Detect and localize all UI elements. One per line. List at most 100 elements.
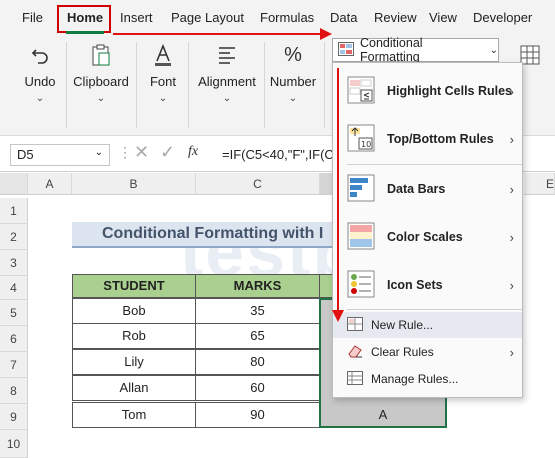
menu-data[interactable]: Data — [330, 10, 357, 25]
ribbon-separator — [264, 42, 265, 128]
menu-manage-rules[interactable]: Manage Rules... — [333, 366, 522, 392]
menu-insert[interactable]: Insert — [120, 10, 153, 25]
cell-marks[interactable]: 80 — [195, 349, 320, 375]
cell-student[interactable]: Tom — [72, 402, 196, 428]
cell-marks[interactable]: 90 — [195, 402, 320, 428]
column-header-a[interactable]: A — [28, 173, 72, 195]
conditional-formatting-button[interactable]: Conditional Formatting ⌄ — [332, 36, 499, 64]
chevron-right-icon: › — [509, 131, 514, 147]
row-header[interactable]: 7 — [0, 352, 28, 378]
select-all-corner[interactable] — [0, 173, 28, 195]
clipboard-chevron-icon[interactable]: ⌄ — [70, 93, 132, 104]
row-header[interactable]: 6 — [0, 326, 28, 352]
function-icon[interactable]: fx — [188, 144, 198, 160]
column-header-b[interactable]: B — [72, 173, 196, 195]
ribbon-separator — [136, 42, 137, 128]
menu-separator — [347, 309, 522, 310]
menu-new-rule[interactable]: New Rule... — [333, 312, 522, 338]
header-marks[interactable]: MARKS — [195, 274, 320, 298]
menu-data-bars-label: Data Bars — [387, 182, 446, 196]
menu-highlight-label: Highlight Cells Rules — [387, 84, 513, 98]
sheet-title[interactable]: Conditional Formatting with I — [72, 222, 372, 248]
cell-marks[interactable]: 65 — [195, 323, 320, 349]
cell-student[interactable]: Rob — [72, 323, 196, 349]
alignment-icon — [194, 42, 260, 68]
eraser-icon — [347, 344, 363, 361]
name-box-value: D5 — [17, 147, 34, 162]
column-header-c[interactable]: C — [196, 173, 320, 195]
menu-manage-rules-label: Manage Rules... — [371, 372, 459, 386]
undo-group[interactable]: Undo ⌄ — [18, 42, 62, 104]
menu-clear-rules-label: Clear Rules — [371, 345, 434, 359]
cell-student[interactable]: Bob — [72, 298, 196, 324]
chevron-down-icon: ⌄ — [94, 147, 103, 158]
cell-marks[interactable]: 60 — [195, 375, 320, 401]
alignment-label: Alignment — [198, 74, 256, 89]
menu-top-bottom-rules[interactable]: 10 Top/Bottom Rules › — [333, 119, 522, 159]
cancel-icon[interactable]: ✕ — [134, 142, 149, 163]
red-arrowhead-icon — [320, 28, 332, 40]
conditional-formatting-icon — [338, 41, 354, 59]
chevron-right-icon: › — [509, 181, 514, 197]
menu-formulas[interactable]: Formulas — [260, 10, 314, 25]
new-rule-icon — [347, 316, 363, 334]
number-group[interactable]: % Number ⌄ — [268, 42, 318, 105]
menu-color-scales[interactable]: Color Scales › — [333, 217, 522, 257]
manage-rules-icon — [347, 370, 363, 388]
color-scales-icon — [347, 222, 375, 253]
conditional-formatting-label: Conditional Formatting — [360, 36, 423, 64]
alignment-chevron-icon[interactable]: ⌄ — [194, 93, 260, 104]
row-header[interactable]: 1 — [0, 198, 28, 224]
enter-icon[interactable]: ✓ — [160, 142, 175, 163]
menu-icon-sets[interactable]: Icon Sets › — [333, 265, 522, 305]
cell-student[interactable]: Lily — [72, 349, 196, 375]
font-icon — [142, 42, 184, 68]
undo-label: Undo — [24, 74, 56, 89]
undo-chevron-icon[interactable]: ⌄ — [18, 93, 62, 104]
menu-highlight-cells-rules[interactable]: Highlight Cells Rules › — [333, 71, 522, 111]
row-header[interactable]: 8 — [0, 378, 28, 404]
clipboard-label: Clipboard — [73, 74, 129, 89]
chevron-right-icon: › — [509, 229, 514, 245]
menu-data-bars[interactable]: Data Bars › — [333, 169, 522, 209]
cell-grade[interactable]: A — [319, 402, 447, 428]
clipboard-group[interactable]: Clipboard ⌄ — [70, 42, 132, 104]
cell-student[interactable]: Allan — [72, 375, 196, 401]
row-header[interactable]: 2 — [0, 224, 28, 250]
row-header[interactable]: 9 — [0, 404, 28, 430]
menu-new-rule-label: New Rule... — [371, 318, 434, 332]
row-header[interactable]: 10 — [0, 430, 28, 458]
menu-file[interactable]: File — [22, 10, 43, 25]
name-box[interactable]: D5 ⌄ — [10, 144, 110, 166]
formula-text[interactable]: =IF(C5<40,"F",IF(C — [222, 147, 334, 162]
highlight-cells-icon — [347, 76, 375, 107]
menu-clear-rules[interactable]: Clear Rules › — [333, 339, 522, 365]
red-arrowhead-icon — [332, 310, 344, 322]
menu-page-layout[interactable]: Page Layout — [171, 10, 244, 25]
menu-developer[interactable]: Developer — [473, 10, 532, 25]
font-label: Font — [149, 74, 176, 89]
row-header[interactable]: 5 — [0, 300, 28, 326]
number-label: Number — [269, 74, 317, 89]
chevron-down-icon: ⌄ — [489, 44, 498, 56]
more-icon: ⋮ — [118, 144, 132, 160]
column-header-e[interactable]: E — [524, 173, 555, 195]
number-chevron-icon[interactable]: ⌄ — [268, 93, 318, 104]
font-chevron-icon[interactable]: ⌄ — [142, 93, 184, 104]
font-group[interactable]: Font ⌄ — [142, 42, 184, 104]
alignment-group[interactable]: Alignment ⌄ — [194, 42, 260, 104]
cell-marks[interactable]: 35 — [195, 298, 320, 324]
menu-view[interactable]: View — [429, 10, 457, 25]
chevron-right-icon: › — [509, 344, 514, 360]
row-header[interactable]: 4 — [0, 276, 28, 300]
menu-review[interactable]: Review — [374, 10, 417, 25]
menu-color-scales-label: Color Scales — [387, 230, 463, 244]
ribbon-separator — [188, 42, 189, 128]
row-header[interactable]: 3 — [0, 250, 28, 276]
header-student[interactable]: STUDENT — [72, 274, 196, 298]
ribbon-separator — [324, 42, 325, 128]
clipboard-icon — [70, 42, 132, 68]
top-bottom-icon: 10 — [347, 124, 375, 155]
red-arrow-line — [337, 68, 339, 312]
menu-icon-sets-label: Icon Sets — [387, 278, 443, 292]
